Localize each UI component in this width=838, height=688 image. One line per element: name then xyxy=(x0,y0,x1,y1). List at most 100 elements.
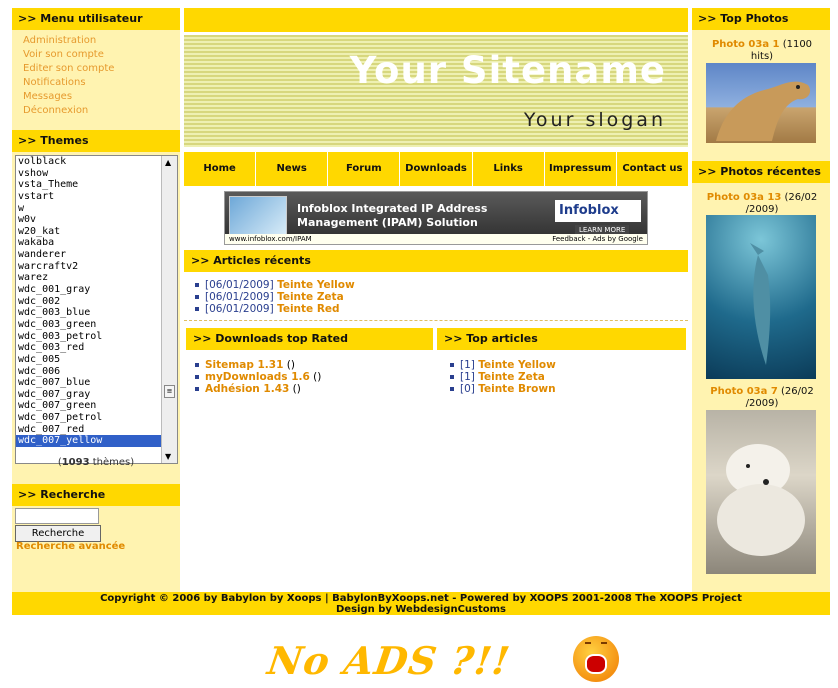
download-rating: () xyxy=(289,383,301,395)
theme-option[interactable]: vshow xyxy=(16,168,177,180)
download-rating: () xyxy=(309,371,322,383)
list-item: [06/01/2009] Teinte Zeta xyxy=(192,291,355,303)
theme-option[interactable]: wdc_007_yellow xyxy=(16,435,177,448)
top-photo-caption: Photo 03a 1 (1100 hits) xyxy=(700,39,824,63)
theme-option[interactable]: warez xyxy=(16,272,177,284)
menu-item-view-account[interactable]: Voir son compte xyxy=(23,48,180,62)
dolphin-image-icon xyxy=(750,243,771,365)
theme-option[interactable]: wdc_007_red xyxy=(16,424,177,436)
shocked-smiley-icon xyxy=(573,636,619,682)
theme-option[interactable]: w20_kat xyxy=(16,226,177,238)
menu-item-notifications[interactable]: Notifications xyxy=(23,76,180,90)
download-rating: () xyxy=(283,359,295,371)
search-button[interactable]: Recherche xyxy=(15,525,101,542)
ad-thumbnail-image xyxy=(229,196,287,236)
downloads-list: Sitemap 1.31 () myDownloads 1.6 () Adhés… xyxy=(192,359,321,395)
theme-option[interactable]: wdc_007_gray xyxy=(16,389,177,401)
list-item: [1] Teinte Yellow xyxy=(447,359,556,371)
article-link[interactable]: Teinte Red xyxy=(277,303,339,315)
theme-option[interactable]: wdc_007_blue xyxy=(16,377,177,389)
smiley-eye xyxy=(601,642,607,646)
downloads-title: >> Downloads top Rated xyxy=(186,328,433,350)
theme-option[interactable]: wdc_005 xyxy=(16,354,177,366)
nav-downloads[interactable]: Downloads xyxy=(400,152,473,186)
list-item: Sitemap 1.31 () xyxy=(192,359,321,371)
site-name[interactable]: Your Sitename xyxy=(350,49,666,92)
list-item: myDownloads 1.6 () xyxy=(192,371,321,383)
no-ads-text: No ADS ?!! xyxy=(264,638,514,683)
theme-option[interactable]: vsta_Theme xyxy=(16,179,177,191)
theme-option[interactable]: wdc_002 xyxy=(16,296,177,308)
theme-option[interactable]: wdc_003_green xyxy=(16,319,177,331)
theme-select-list[interactable]: volblack vshow vsta_Theme vstart w w0v w20_kat… xyxy=(15,155,178,464)
article-link[interactable]: Teinte Brown xyxy=(478,383,555,395)
nav-forum[interactable]: Forum xyxy=(328,152,401,186)
theme-option[interactable]: vstart xyxy=(16,191,177,203)
ad-feedback[interactable]: Feedback - Ads by Google xyxy=(552,234,643,244)
user-menu-title: >> Menu utilisateur xyxy=(12,8,180,30)
download-link[interactable]: Sitemap 1.31 xyxy=(205,359,283,371)
article-hits: [0] xyxy=(460,383,475,395)
theme-count-number: 1093 xyxy=(61,457,90,468)
theme-option[interactable]: wdc_003_red xyxy=(16,342,177,354)
theme-option[interactable]: warcraftv2 xyxy=(16,261,177,273)
scroll-grip-icon[interactable]: ≡ xyxy=(164,385,175,398)
ad-headline-line1: Infoblox Integrated IP Address xyxy=(297,202,488,215)
page: >> Menu utilisateur Administration Voir … xyxy=(0,0,838,688)
theme-option[interactable]: w0v xyxy=(16,214,177,226)
theme-option[interactable]: wanderer xyxy=(16,249,177,261)
photo-link[interactable]: Photo 03a 13 xyxy=(707,192,782,203)
theme-option[interactable]: wdc_001_gray xyxy=(16,284,177,296)
ad-banner[interactable]: Infoblox Integrated IP Address Management… xyxy=(224,191,648,245)
ad-footer: www.infoblox.com/IPAM Feedback - Ads by G… xyxy=(225,234,647,244)
menu-item-administration[interactable]: Administration xyxy=(23,34,180,48)
menu-item-logout[interactable]: Déconnexion xyxy=(23,104,180,118)
list-item: [06/01/2009] Teinte Red xyxy=(192,303,355,315)
polar-bear-photo[interactable] xyxy=(706,410,816,574)
theme-count-label: thèmes) xyxy=(89,457,135,468)
recent-photo-caption: Photo 03a 13 (26/02 /2009) xyxy=(698,192,826,216)
user-menu: Administration Voir son compte Editer so… xyxy=(12,30,180,118)
recent-photos-title: >> Photos récentes xyxy=(692,161,830,183)
camel-photo[interactable] xyxy=(706,63,816,143)
site-slogan: Your slogan xyxy=(523,109,666,131)
theme-option[interactable]: wdc_007_green xyxy=(16,400,177,412)
theme-option[interactable]: wdc_006 xyxy=(16,366,177,378)
theme-list-scrollbar[interactable]: ▲ ≡ ▼ xyxy=(161,156,177,463)
smiley-eye xyxy=(585,642,591,646)
theme-option[interactable]: wdc_003_blue xyxy=(16,307,177,319)
article-link[interactable]: Teinte Yellow xyxy=(478,359,556,371)
search-input[interactable] xyxy=(15,508,99,524)
nav-links[interactable]: Links xyxy=(473,152,545,186)
theme-option[interactable]: wdc_003_petrol xyxy=(16,331,177,343)
theme-option[interactable]: w xyxy=(16,203,177,215)
article-link[interactable]: Teinte Yellow xyxy=(277,279,355,291)
ad-url[interactable]: www.infoblox.com/IPAM xyxy=(229,235,312,243)
theme-option[interactable]: volblack xyxy=(16,156,177,168)
article-date: [06/01/2009] xyxy=(205,303,274,315)
left-sidebar: >> Menu utilisateur Administration Voir … xyxy=(12,8,180,592)
header-banner: Your Sitename Your slogan xyxy=(184,35,688,147)
scroll-up-icon[interactable]: ▲ xyxy=(165,158,171,167)
download-link[interactable]: myDownloads 1.6 xyxy=(205,371,310,383)
advanced-search-link[interactable]: Recherche avancée xyxy=(16,541,125,552)
dolphin-photo[interactable] xyxy=(706,215,816,379)
theme-option[interactable]: wakaba xyxy=(16,237,177,249)
top-articles-title: >> Top articles xyxy=(437,328,686,350)
photo-link[interactable]: Photo 03a 7 xyxy=(710,386,778,397)
camel-image-icon xyxy=(716,81,811,141)
menu-item-edit-account[interactable]: Editer son compte xyxy=(23,62,180,76)
menu-item-messages[interactable]: Messages xyxy=(23,90,180,104)
nav-impressum[interactable]: Impressum xyxy=(545,152,617,186)
list-item: [1] Teinte Zeta xyxy=(447,371,556,383)
nav-contact[interactable]: Contact us xyxy=(617,152,688,186)
photo-link[interactable]: Photo 03a 1 xyxy=(712,39,780,50)
nav-home[interactable]: Home xyxy=(184,152,257,186)
article-link[interactable]: Teinte Zeta xyxy=(277,291,344,303)
article-link[interactable]: Teinte Zeta xyxy=(478,371,545,383)
theme-option[interactable]: wdc_007_petrol xyxy=(16,412,177,424)
download-link[interactable]: Adhésion 1.43 xyxy=(205,383,289,395)
recent-photo-caption: Photo 03a 7 (26/02 /2009) xyxy=(698,386,826,410)
nav-news[interactable]: News xyxy=(256,152,329,186)
article-hits: [1] xyxy=(460,359,475,371)
